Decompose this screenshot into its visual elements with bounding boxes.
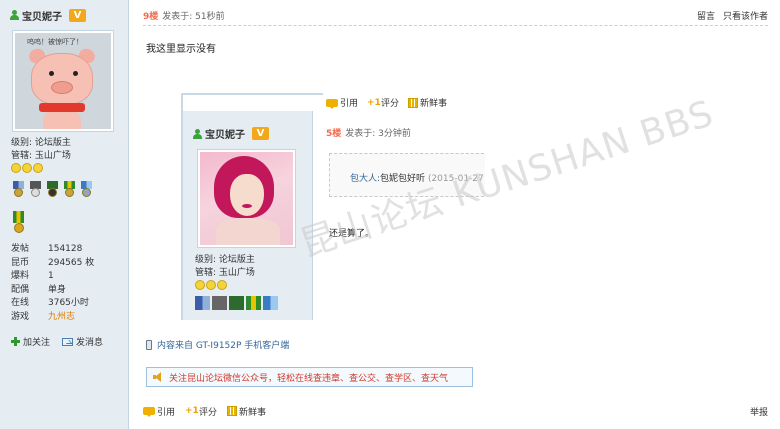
medal-icon[interactable] <box>45 181 60 197</box>
author-meta: 级别: 论坛版主 管辖: 玉山广场 <box>11 137 71 163</box>
medal-icon[interactable] <box>28 181 43 197</box>
smiley-icon <box>33 163 43 173</box>
speaker-icon <box>153 372 164 382</box>
medal-list <box>195 296 278 310</box>
medal-icon <box>229 296 244 310</box>
screenshot-toolbar: 引用 +1 评分 新鲜事 <box>326 96 447 109</box>
author-manage: 管辖: 玉山广场 <box>11 151 71 161</box>
post-content: 我这里显示没有 <box>146 44 216 55</box>
author-actions: 加关注 发消息 <box>11 335 103 348</box>
screenshot-author-row: 宝贝妮子 V <box>193 126 269 141</box>
stat-row: 配偶 单身 <box>11 284 67 295</box>
game-link[interactable]: 九州志 <box>48 311 75 325</box>
online-user-icon <box>193 128 202 139</box>
online-user-icon <box>10 10 19 20</box>
screenshot-author-name: 宝贝妮子 <box>205 130 245 141</box>
post-main: 9楼 发表于: 51秒前 留言 只看该作者 我这里显示没有 引用 +1 评分 新鲜… <box>130 0 780 429</box>
post-time: 发表于: 51秒前 <box>162 12 225 22</box>
rate-button[interactable]: +1 评分 <box>185 405 217 418</box>
only-author-link[interactable]: 只看该作者 <box>723 9 768 22</box>
author-stats: 发帖 154128 昆币 294565 枚 爆料 1 配偶 单身 在线 3765小时 游戏… <box>11 243 94 325</box>
floor-number[interactable]: 9楼 <box>143 9 158 22</box>
medal-icon[interactable] <box>62 181 77 197</box>
screenshot-reply-text: 还是算了。 <box>329 229 375 239</box>
screenshot-author-meta: 级别: 论坛版主 管辖: 玉山广场 <box>195 255 255 278</box>
medal-icon <box>246 296 261 310</box>
author-sidebar: 宝贝妮子 V 呜呜！被惊吓了！ 级别: 论坛版主 管辖: 玉山广场 发帖 154… <box>0 0 129 429</box>
reply-link[interactable]: 留言 <box>697 9 715 22</box>
verified-badge: V <box>252 127 269 140</box>
stat-row: 游戏 九州志 <box>11 311 94 325</box>
smiley-icon <box>195 280 205 290</box>
message-icon <box>62 337 74 346</box>
fresh-icon <box>227 406 238 416</box>
rate-icon: +1 <box>367 97 381 108</box>
smiley-icon <box>22 163 32 173</box>
medal-icon[interactable] <box>11 181 26 197</box>
verified-badge: V <box>69 8 86 22</box>
screenshot-post-header: 5楼 发表于: 3分钟前 <box>326 129 411 139</box>
stat-row: 在线 3765小时 <box>11 298 89 309</box>
follow-button[interactable]: 加关注 <box>11 335 50 348</box>
author-name-row: 宝贝妮子 V <box>10 8 86 23</box>
medal-icon[interactable] <box>11 211 26 235</box>
post-footer: 引用 +1 评分 新鲜事 举报 <box>143 400 768 422</box>
plus-icon <box>11 337 20 346</box>
fresh-icon <box>408 97 419 108</box>
rank-smileys <box>11 163 43 173</box>
stat-row: 发帖 154128 <box>11 244 83 254</box>
screenshot-avatar <box>197 149 296 248</box>
client-source[interactable]: 内容来自 GT-I9152P 手机客户端 <box>146 338 289 351</box>
quote-button[interactable]: 引用 <box>143 405 175 418</box>
report-link[interactable]: 举报 <box>750 405 768 418</box>
post-header: 9楼 发表于: 51秒前 留言 只看该作者 <box>143 6 768 26</box>
girl-avatar-image <box>200 152 293 245</box>
author-name[interactable]: 宝贝妮子 <box>22 8 62 23</box>
smiley-icon <box>11 163 21 173</box>
medal-icon <box>212 296 227 310</box>
quote-icon <box>143 407 155 417</box>
wechat-notice[interactable]: 关注昆山论坛微信公众号，轻松在线查违章、查公交、查学区、查天气 <box>146 367 473 387</box>
fresh-button[interactable]: 新鲜事 <box>227 405 266 418</box>
smiley-icon <box>206 280 216 290</box>
medal-icon <box>263 296 278 310</box>
medal-icon[interactable] <box>79 181 94 197</box>
author-avatar[interactable]: 呜呜！被惊吓了！ <box>12 30 114 132</box>
rate-icon: +1 <box>185 406 199 416</box>
author-level: 级别: 论坛版主 <box>11 138 71 148</box>
embedded-screenshot[interactable]: 引用 +1 评分 新鲜事 宝贝妮子 V 级别: 论坛版主 管辖: 玉山广场 5楼… <box>181 93 485 320</box>
rank-smileys <box>195 280 227 290</box>
smiley-icon <box>217 280 227 290</box>
stat-row: 爆料 1 <box>11 271 54 282</box>
medal-list <box>11 181 111 197</box>
phone-icon <box>146 339 152 350</box>
stat-row: 昆币 294565 枚 <box>11 257 95 268</box>
send-message-button[interactable]: 发消息 <box>62 335 103 348</box>
screenshot-quote-box: 包大人:包妮包好听 (2015-01-27 <box>329 153 485 197</box>
quote-icon <box>326 98 338 109</box>
avatar-caption: 呜呜！被惊吓了！ <box>27 38 83 46</box>
medal-icon <box>195 296 210 310</box>
pig-avatar-image: 呜呜！被惊吓了！ <box>15 33 111 129</box>
